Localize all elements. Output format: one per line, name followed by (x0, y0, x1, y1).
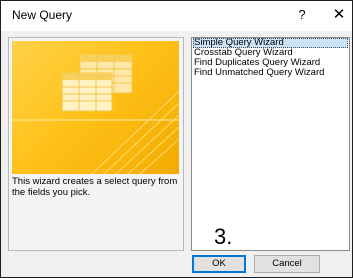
wizard-list[interactable]: Simple Query Wizard Crosstab Query Wizar… (191, 37, 350, 251)
step-annotation: 3. (214, 224, 233, 249)
cancel-button[interactable]: Cancel (254, 255, 320, 273)
close-button[interactable]: ✕ (329, 5, 349, 25)
new-query-dialog: New Query ? ✕ This wizard creates a sele… (0, 0, 353, 278)
wizard-option-find-unmatched[interactable]: Find Unmatched Query Wizard (193, 68, 348, 78)
ok-button[interactable]: OK (192, 255, 246, 273)
wizard-description: This wizard creates a select query from … (12, 176, 178, 198)
wizard-illustration (12, 41, 179, 174)
help-button[interactable]: ? (293, 6, 311, 24)
wizard-preview-panel: This wizard creates a select query from … (8, 37, 184, 251)
table-icon-front (61, 72, 113, 112)
title-bar: New Query ? ✕ (1, 1, 352, 31)
dialog-title: New Query (12, 8, 73, 22)
query-table-illustration (12, 54, 179, 174)
